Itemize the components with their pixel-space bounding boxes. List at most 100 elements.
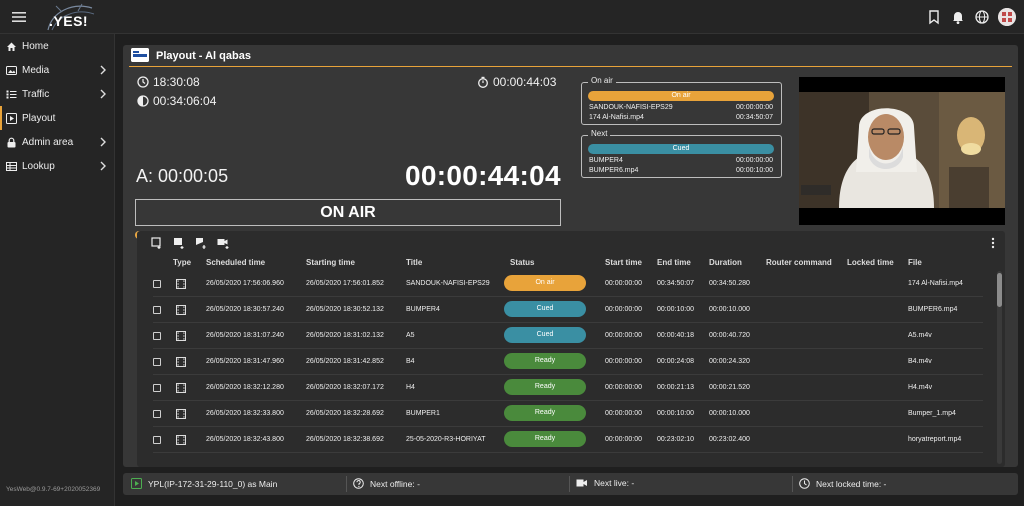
sidebar-item-home[interactable]: Home xyxy=(0,34,114,58)
start-time-cell: 00:00:00:00 xyxy=(605,306,642,313)
status-badge: Ready xyxy=(504,405,586,421)
a-time: A: 00:00:05 xyxy=(136,166,229,186)
column-header-duration[interactable]: Duration xyxy=(709,258,742,267)
duration-cell: 00:34:50.280 xyxy=(709,280,750,287)
table-toolbar xyxy=(151,237,229,249)
column-header-scheduled-time[interactable]: Scheduled time xyxy=(206,258,265,267)
column-header-title[interactable]: Title xyxy=(406,258,422,267)
sidebar-item-traffic[interactable]: Traffic xyxy=(0,82,114,106)
home-icon xyxy=(6,41,17,52)
next-line: BUMPER4 00:00:00:00 xyxy=(589,157,773,164)
next-title: BUMPER4 xyxy=(589,157,623,164)
current-time: 18:30:08 xyxy=(137,75,200,89)
on-air-pill: On air xyxy=(588,91,774,101)
sidebar-item-playout[interactable]: Playout xyxy=(0,106,114,130)
row-checkbox[interactable] xyxy=(153,358,161,366)
sidebar-item-label: Home xyxy=(22,40,49,52)
table-row[interactable]: 26/05/2020 18:32:33.800 26/05/2020 18:32:… xyxy=(153,401,983,427)
add-media-icon[interactable] xyxy=(173,237,185,249)
table-header: Type Scheduled time Starting time Title … xyxy=(137,255,1005,270)
next-file-time: 00:00:10:00 xyxy=(736,167,773,174)
main-server-status: YPL(IP-172-31-29-110_0) as Main xyxy=(131,478,277,489)
starting-time-cell: 26/05/2020 18:31:02.132 xyxy=(306,332,384,339)
timer-icon xyxy=(478,76,488,88)
clock-icon xyxy=(137,76,149,88)
on-air-line: SANDOUK-NAFISI-EPS29 00:00:00:00 xyxy=(589,104,773,111)
table-row[interactable]: 26/05/2020 18:32:43.800 26/05/2020 18:32:… xyxy=(153,427,983,453)
column-header-file[interactable]: File xyxy=(908,258,922,267)
status-badge: Cued xyxy=(504,301,586,317)
end-time-cell: 00:23:02:10 xyxy=(657,436,694,443)
row-checkbox[interactable] xyxy=(153,384,161,392)
globe-icon[interactable] xyxy=(974,9,990,25)
chevron-right-icon xyxy=(99,89,107,99)
panel-header: Playout - Al qabas xyxy=(129,45,1012,67)
status-badge: Ready xyxy=(504,431,586,447)
table-icon xyxy=(6,161,17,172)
sidebar-item-label: Media xyxy=(22,64,50,76)
add-item-icon[interactable] xyxy=(151,237,163,249)
remaining-time: 00:00:44:04 xyxy=(405,160,561,191)
half-circle-clock-icon xyxy=(137,95,149,107)
next-time: 00:00:00:00 xyxy=(736,157,773,164)
film-icon xyxy=(176,383,186,393)
column-header-end-time[interactable]: End time xyxy=(657,258,691,267)
logo-text: .YES! xyxy=(49,13,89,29)
list-icon xyxy=(6,89,17,100)
end-time-cell: 00:00:10:00 xyxy=(657,306,694,313)
on-air-legend: On air xyxy=(588,76,616,85)
channel-logo xyxy=(131,48,149,62)
starting-time-cell: 26/05/2020 17:56:01.852 xyxy=(306,280,384,287)
next-offline-status: Next offline: - xyxy=(353,478,420,489)
file-cell: horyatreport.mp4 xyxy=(908,436,962,443)
starting-time-cell: 26/05/2020 18:32:07.172 xyxy=(306,384,384,391)
on-air-time: 00:00:00:00 xyxy=(736,104,773,111)
hamburger-menu-icon[interactable] xyxy=(12,11,26,23)
table-row[interactable]: 26/05/2020 18:32:12.280 26/05/2020 18:32:… xyxy=(153,375,983,401)
row-checkbox[interactable] xyxy=(153,410,161,418)
scrollbar-thumb[interactable] xyxy=(997,273,1002,307)
column-header-router-command[interactable]: Router command xyxy=(766,258,832,267)
top-bar: .YES! xyxy=(0,0,1024,34)
row-checkbox[interactable] xyxy=(153,332,161,340)
start-time-cell: 00:00:00:00 xyxy=(605,280,642,287)
user-avatar[interactable] xyxy=(998,8,1016,26)
start-time-cell: 00:00:00:00 xyxy=(605,332,642,339)
table-row[interactable]: 26/05/2020 18:30:57.240 26/05/2020 18:30:… xyxy=(153,297,983,323)
add-marker-icon[interactable] xyxy=(195,237,207,249)
more-options-icon[interactable] xyxy=(991,237,995,249)
next-offline-label: Next offline: - xyxy=(370,478,420,489)
table-scrollbar[interactable] xyxy=(997,271,1002,464)
column-header-locked-time[interactable]: Locked time xyxy=(847,258,894,267)
table-row[interactable]: 26/05/2020 18:31:47.960 26/05/2020 18:31:… xyxy=(153,349,983,375)
bookmark-icon[interactable] xyxy=(926,9,942,25)
column-header-type[interactable]: Type xyxy=(173,258,191,267)
table-row[interactable]: 26/05/2020 17:56:06.960 26/05/2020 17:56:… xyxy=(153,271,983,297)
status-badge: On air xyxy=(504,275,586,291)
next-legend: Next xyxy=(588,129,611,138)
chevron-right-icon xyxy=(99,137,107,147)
status-divider xyxy=(569,476,570,492)
playout-panel: Playout - Al qabas 18:30:08 00:34:06:04 … xyxy=(123,45,1018,467)
file-cell: A5.m4v xyxy=(908,332,932,339)
play-box-icon xyxy=(6,112,17,124)
scheduled-time-cell: 26/05/2020 18:31:47.960 xyxy=(206,358,284,365)
sidebar-item-media[interactable]: Media xyxy=(0,58,114,82)
sidebar-item-admin-area[interactable]: Admin area xyxy=(0,130,114,154)
row-checkbox[interactable] xyxy=(153,280,161,288)
table-row[interactable]: 26/05/2020 18:31:07.240 26/05/2020 18:31:… xyxy=(153,323,983,349)
column-header-starting-time[interactable]: Starting time xyxy=(306,258,355,267)
sidebar-item-label: Admin area xyxy=(22,136,74,148)
title-cell: A5 xyxy=(406,332,415,339)
column-header-start-time[interactable]: Start time xyxy=(605,258,642,267)
add-live-icon[interactable] xyxy=(217,237,229,249)
row-checkbox[interactable] xyxy=(153,306,161,314)
column-header-status[interactable]: Status xyxy=(510,258,534,267)
film-icon xyxy=(176,357,186,367)
next-live-label: Next live: - xyxy=(594,478,635,488)
bell-icon[interactable] xyxy=(950,9,966,25)
sidebar-item-lookup[interactable]: Lookup xyxy=(0,154,114,178)
row-checkbox[interactable] xyxy=(153,436,161,444)
film-icon xyxy=(176,305,186,315)
film-icon xyxy=(176,279,186,289)
